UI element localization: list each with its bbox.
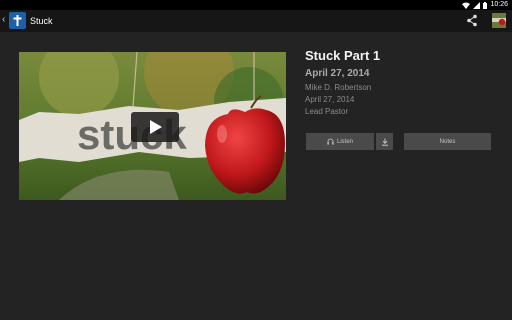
sermon-date-heading: April 27, 2014 bbox=[305, 68, 370, 79]
share-icon[interactable] bbox=[466, 14, 478, 27]
speaker-role: Lead Pastor bbox=[305, 107, 349, 116]
notes-label: Notes bbox=[439, 138, 456, 145]
headphones-icon bbox=[327, 138, 334, 145]
battery-icon bbox=[483, 1, 488, 9]
download-icon bbox=[381, 138, 388, 146]
play-icon bbox=[150, 120, 162, 134]
series-thumbnail-icon[interactable] bbox=[492, 13, 506, 28]
page-title: Stuck bbox=[30, 16, 53, 26]
app-logo-icon[interactable] bbox=[9, 12, 26, 29]
download-button[interactable] bbox=[376, 133, 393, 150]
clock: 10:26 bbox=[490, 1, 508, 8]
video-player[interactable]: stuck bbox=[19, 52, 286, 200]
sermon-details: Stuck Part 1 April 27, 2014 Mike D. Robe… bbox=[305, 48, 505, 118]
notes-button[interactable]: Notes bbox=[404, 133, 491, 150]
speaker-name: Mike D. Robertson bbox=[305, 83, 372, 92]
listen-label: Listen bbox=[336, 138, 353, 145]
listen-button[interactable]: Listen bbox=[306, 133, 374, 150]
signal-icon bbox=[473, 1, 481, 9]
sermon-date: April 27, 2014 bbox=[305, 95, 355, 104]
sermon-title: Stuck Part 1 bbox=[305, 48, 381, 63]
status-bar: 10:26 bbox=[0, 0, 512, 10]
play-button[interactable] bbox=[131, 112, 179, 142]
action-bar: ‹ Stuck bbox=[0, 10, 512, 32]
back-icon[interactable]: ‹ bbox=[2, 14, 5, 26]
wifi-icon bbox=[462, 2, 471, 9]
